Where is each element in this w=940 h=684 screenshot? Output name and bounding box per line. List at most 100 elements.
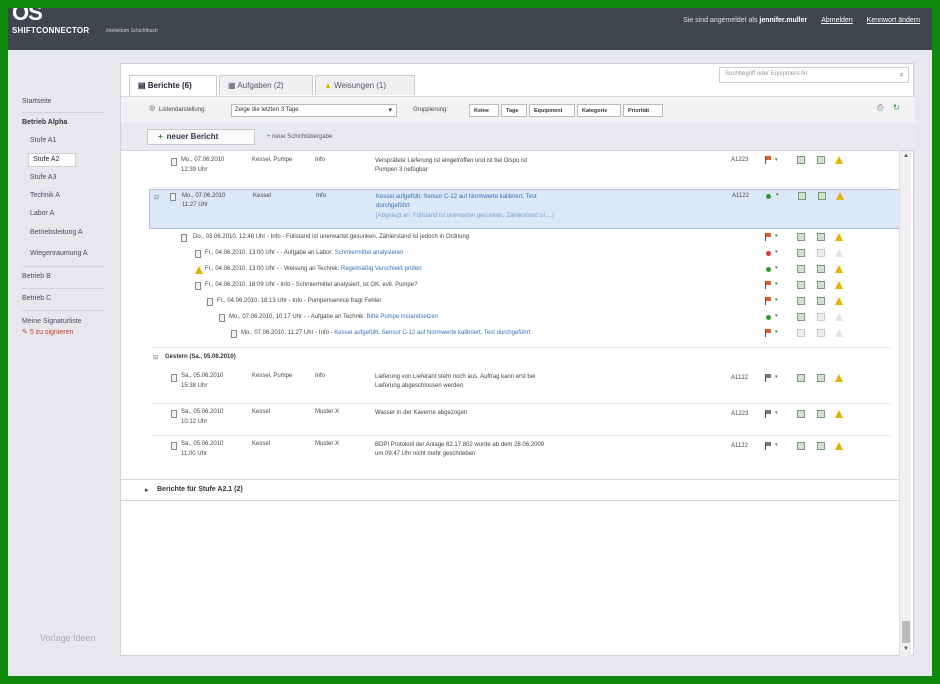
new-shift-handover-link[interactable]: + neue Schichtübergabe bbox=[267, 134, 332, 140]
table-row[interactable]: Sa., 05.06.2010 10:12 Uhr Kessel Muster … bbox=[121, 407, 899, 433]
chevron-down-icon[interactable]: ▾ bbox=[775, 297, 778, 303]
tab-instructions[interactable]: ▲ Weisungen (1) bbox=[315, 75, 415, 95]
status-ok-icon[interactable] bbox=[766, 315, 771, 320]
group-header-stufe-a21[interactable]: ▸ Berichte für Stufe A2.1 (2) bbox=[121, 479, 899, 501]
sidebar-item-betrieb-c[interactable]: Betrieb C bbox=[22, 295, 51, 302]
copy-icon[interactable] bbox=[817, 297, 825, 305]
edit-icon[interactable] bbox=[797, 249, 805, 257]
edit-icon[interactable] bbox=[797, 442, 805, 450]
chevron-down-icon[interactable]: ▾ bbox=[775, 329, 778, 335]
collapse-icon[interactable]: ⊟ bbox=[154, 194, 159, 201]
search-icon[interactable]: ⌕ bbox=[900, 70, 904, 80]
group-category-button[interactable]: Kategorie bbox=[577, 104, 621, 117]
copy-icon[interactable] bbox=[817, 442, 825, 450]
chevron-down-icon[interactable]: ▾ bbox=[775, 281, 778, 287]
group-days-button[interactable]: Tage bbox=[501, 104, 527, 117]
thread-link[interactable]: Bitte Pumpe instandsetzen bbox=[367, 314, 438, 320]
scrollbar[interactable]: ▲ ▼ bbox=[899, 151, 911, 656]
thread-item[interactable]: Fr., 04.06.2010, 18:09 Uhr - Info - Schm… bbox=[121, 280, 899, 294]
edit-icon[interactable] bbox=[797, 156, 805, 164]
chevron-down-icon[interactable]: ▾ bbox=[775, 313, 778, 319]
flag-icon[interactable] bbox=[765, 329, 771, 337]
thread-item[interactable]: Fr., 04.06.2010, 13:00 Uhr - - Weisung a… bbox=[121, 264, 899, 278]
flag-icon[interactable] bbox=[765, 442, 771, 450]
print-icon[interactable]: ⎙ bbox=[877, 103, 883, 113]
sidebar-item-betriebsleitung-a[interactable]: Betriebsleitung A bbox=[30, 229, 83, 236]
copy-icon[interactable] bbox=[817, 265, 825, 273]
signatures-count[interactable]: ✎ 5 zu signieren bbox=[22, 328, 73, 336]
collapse-icon[interactable]: ⊟ bbox=[153, 354, 158, 361]
thread-link[interactable]: Kessel aufgefüllt, Sensor C-12 auf Normw… bbox=[334, 330, 530, 336]
sidebar-item-wiegenraumung-a[interactable]: Wiegenraumung A bbox=[30, 250, 88, 257]
sidebar-item-stufe-a1[interactable]: Stufe A1 bbox=[30, 137, 56, 144]
sidebar-item-technik-a[interactable]: Technik A bbox=[30, 192, 60, 199]
chevron-down-icon[interactable]: ▾ bbox=[776, 192, 779, 198]
edit-icon[interactable] bbox=[797, 313, 805, 321]
refresh-icon[interactable]: ↻ bbox=[893, 103, 900, 112]
edit-icon[interactable] bbox=[797, 374, 805, 382]
status-ok-icon[interactable] bbox=[766, 194, 771, 199]
flag-icon[interactable] bbox=[765, 233, 771, 241]
tab-reports[interactable]: ▤ Berichte (6) bbox=[129, 75, 217, 96]
chevron-down-icon[interactable]: ▾ bbox=[775, 233, 778, 239]
copy-icon[interactable] bbox=[817, 156, 825, 164]
table-row[interactable]: Sa., 05.06.2010 15:38 Uhr Kessel, Pumpe … bbox=[121, 371, 899, 401]
copy-icon[interactable] bbox=[817, 233, 825, 241]
copy-icon[interactable] bbox=[817, 410, 825, 418]
thread-item[interactable]: Do., 03.06.2010, 12:48 Uhr - Info - Füll… bbox=[121, 232, 899, 246]
chevron-down-icon[interactable]: ▾ bbox=[775, 157, 778, 163]
sidebar-item-stufe-a2[interactable]: Stufe A2 bbox=[28, 153, 76, 167]
group-equipment-button[interactable]: Equipment bbox=[529, 104, 575, 117]
edit-icon[interactable] bbox=[797, 233, 805, 241]
signatures-label[interactable]: Meine Signaturliste bbox=[22, 318, 82, 325]
display-settings-icon[interactable]: ◎ bbox=[149, 104, 155, 112]
warning-icon[interactable] bbox=[835, 156, 843, 164]
table-row[interactable]: Mo., 07.06.2010 12:39 Uhr Kessel, Pumpe … bbox=[121, 155, 899, 185]
flag-icon[interactable] bbox=[765, 281, 771, 289]
sidebar-item-betrieb-b[interactable]: Betrieb B bbox=[22, 273, 51, 280]
flag-icon[interactable] bbox=[765, 374, 771, 382]
flag-icon[interactable] bbox=[765, 297, 771, 305]
chevron-down-icon[interactable]: ▾ bbox=[775, 249, 778, 255]
flag-icon[interactable] bbox=[765, 156, 771, 164]
warning-icon[interactable] bbox=[835, 297, 843, 305]
thread-link[interactable]: Regelmäßig Verschleiß prüfen bbox=[341, 266, 422, 272]
thread-item[interactable]: Fr., 04.06.2010, 18:13 Uhr - Info - Pump… bbox=[121, 296, 899, 310]
change-password-link[interactable]: Kennwort ändern bbox=[867, 17, 920, 24]
thread-item[interactable]: Mo., 07.06.2010, 11:27 Uhr - Info - Kess… bbox=[121, 328, 899, 342]
thread-item[interactable]: Mo., 07.06.2010, 10:17 Uhr - - Aufgabe a… bbox=[121, 312, 899, 326]
sidebar-item-stufe-a3[interactable]: Stufe A3 bbox=[30, 174, 56, 181]
sidebar-item-betrieb-alpha[interactable]: Betrieb Alpha bbox=[22, 119, 67, 126]
copy-icon[interactable] bbox=[817, 374, 825, 382]
chevron-down-icon[interactable]: ▾ bbox=[775, 410, 778, 416]
copy-icon[interactable] bbox=[817, 281, 825, 289]
period-select[interactable]: Zeige die letzten 3 Tage ▾ bbox=[231, 104, 397, 117]
group-priority-button[interactable]: Priorität bbox=[623, 104, 663, 117]
scroll-up-icon[interactable]: ▲ bbox=[903, 153, 909, 159]
copy-icon[interactable] bbox=[818, 192, 826, 200]
scroll-down-icon[interactable]: ▼ bbox=[903, 646, 909, 652]
flag-icon[interactable] bbox=[765, 410, 771, 418]
table-row[interactable]: Sa., 05.06.2010 11:00 Uhr Kessel Muster … bbox=[121, 439, 899, 467]
warning-icon[interactable] bbox=[835, 233, 843, 241]
chevron-down-icon[interactable]: ▾ bbox=[775, 374, 778, 380]
thread-item[interactable]: Fr., 04.06.2010, 13:00 Uhr - - Aufgabe a… bbox=[121, 248, 899, 262]
warning-icon[interactable] bbox=[835, 265, 843, 273]
warning-icon[interactable] bbox=[835, 410, 843, 418]
scroll-thumb[interactable] bbox=[902, 621, 910, 643]
warning-icon[interactable] bbox=[836, 192, 844, 200]
new-report-button[interactable]: + neuer Bericht bbox=[147, 129, 255, 145]
chevron-down-icon[interactable]: ▾ bbox=[775, 442, 778, 448]
edit-icon[interactable] bbox=[797, 297, 805, 305]
group-header-yesterday[interactable]: ⊟ Gestern (Sa., 05.06.2010) bbox=[121, 352, 899, 366]
status-ok-icon[interactable] bbox=[766, 267, 771, 272]
expand-icon[interactable]: ▸ bbox=[145, 486, 149, 494]
table-row-selected[interactable]: ⊟ Mo., 07.06.2010 11:27 Uhr Kessel Info … bbox=[149, 189, 899, 229]
sidebar-item-labor-a[interactable]: Labor A bbox=[30, 210, 54, 217]
warning-icon[interactable] bbox=[835, 281, 843, 289]
logout-link[interactable]: Abmelden bbox=[821, 17, 853, 24]
warning-icon[interactable] bbox=[835, 442, 843, 450]
sidebar-item-home[interactable]: Startseite bbox=[22, 98, 52, 105]
group-none-button[interactable]: Keine bbox=[469, 104, 499, 117]
thread-link[interactable]: Schmiermittel analysieren bbox=[335, 250, 404, 256]
